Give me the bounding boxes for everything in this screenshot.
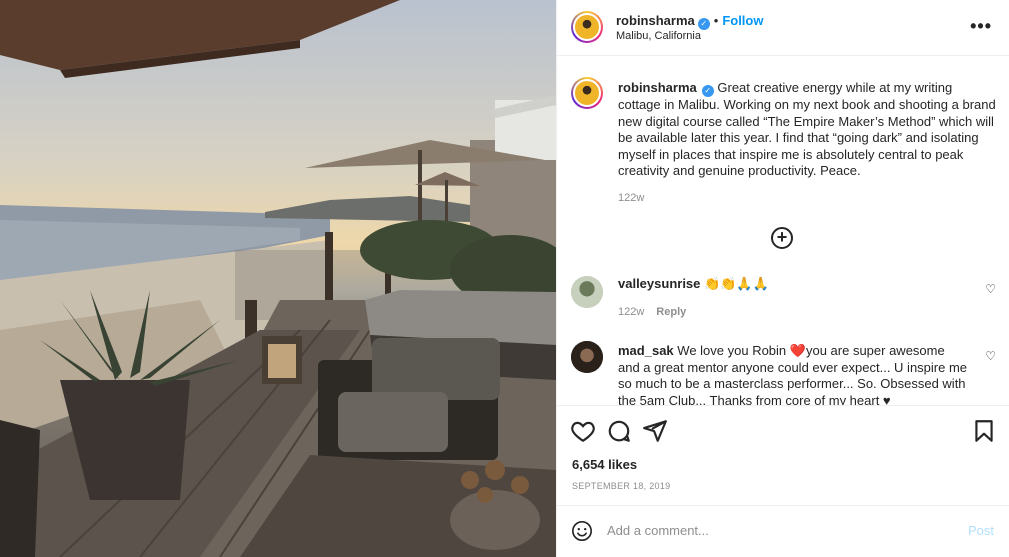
- avatar[interactable]: [571, 341, 603, 373]
- comment-time[interactable]: 122w: [618, 306, 644, 318]
- list-item: mad_sak We love you Robin ❤️you are supe…: [557, 341, 1009, 405]
- paper-plane-icon[interactable]: [642, 418, 668, 444]
- post-header: robinsharma ✓ • Follow Malibu, California •…: [557, 0, 1009, 56]
- comment-icon[interactable]: [606, 418, 632, 444]
- more-horizontal-icon[interactable]: •••: [970, 16, 992, 37]
- post-date[interactable]: SEPTEMBER 18, 2019: [572, 481, 670, 491]
- avatar[interactable]: [571, 276, 603, 308]
- likes-count[interactable]: 6,654 likes: [572, 457, 637, 472]
- comment-username[interactable]: mad_sak: [618, 343, 674, 358]
- comment-body: mad_sak We love you Robin ❤️you are supe…: [618, 343, 968, 405]
- reply-button[interactable]: Reply: [656, 306, 686, 318]
- heart-icon[interactable]: [570, 418, 596, 444]
- avatar[interactable]: [571, 77, 603, 109]
- post-panel: robinsharma ✓ • Follow Malibu, California •…: [556, 0, 1009, 557]
- follow-button[interactable]: Follow: [722, 13, 763, 28]
- location-link[interactable]: Malibu, California: [616, 30, 701, 42]
- comment-text: 👏👏🙏🙏: [704, 276, 769, 291]
- header-user-line: robinsharma ✓ • Follow: [616, 12, 763, 30]
- caption: robinsharma ✓ Great creative energy while…: [618, 80, 996, 206]
- comment-text-before: We love you Robin: [677, 343, 790, 358]
- caption-time[interactable]: 122w: [618, 190, 996, 207]
- verified-badge-icon: ✓: [697, 18, 710, 30]
- post-button[interactable]: Post: [968, 523, 994, 538]
- comments-section[interactable]: robinsharma ✓ Great creative energy while…: [557, 57, 1009, 405]
- plus-circle-icon[interactable]: +: [771, 227, 793, 249]
- avatar[interactable]: [571, 11, 603, 43]
- comment-meta: 122w Reply: [618, 306, 686, 318]
- heart-icon[interactable]: ♡: [985, 282, 996, 296]
- list-item: valleysunrise 👏👏🙏🙏 122w Reply ♡: [557, 276, 1009, 326]
- add-comment-bar: Post: [557, 505, 1009, 557]
- separator-dot: •: [713, 13, 719, 28]
- caption-username[interactable]: robinsharma: [618, 80, 697, 95]
- verified-badge-icon: ✓: [701, 85, 714, 97]
- heart-icon[interactable]: ♡: [985, 349, 996, 363]
- header-username[interactable]: robinsharma: [616, 13, 695, 28]
- post-actions: 6,654 likes SEPTEMBER 18, 2019: [557, 405, 1009, 505]
- red-heart-emoji: ❤️: [789, 343, 806, 358]
- bookmark-icon[interactable]: [971, 418, 997, 444]
- comment-input[interactable]: [607, 518, 947, 542]
- comment-username[interactable]: valleysunrise: [618, 276, 700, 291]
- comment-body: valleysunrise 👏👏🙏🙏: [618, 276, 968, 293]
- emoji-icon[interactable]: [571, 520, 593, 542]
- post-photo[interactable]: [0, 0, 556, 557]
- beach-deck-scene: [0, 0, 556, 557]
